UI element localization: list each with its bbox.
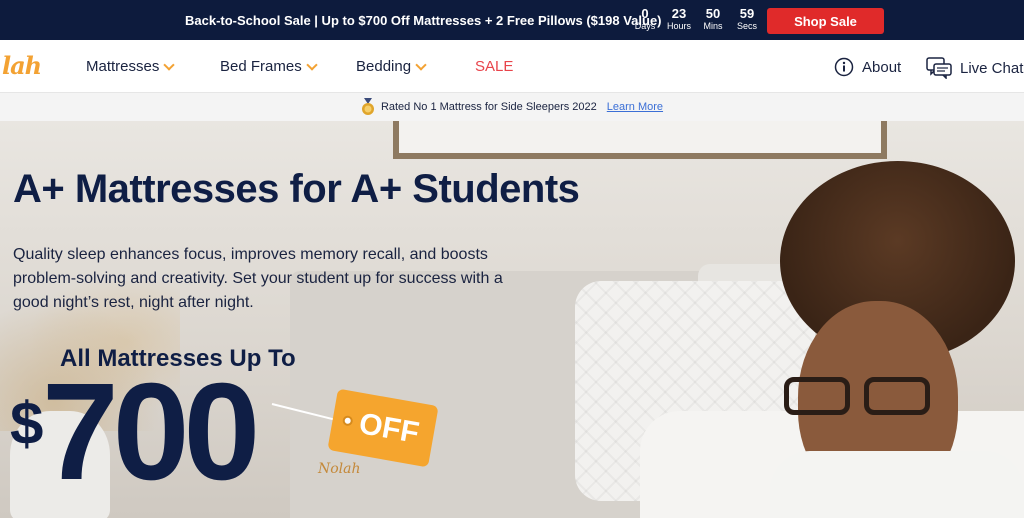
about-link[interactable]: About — [834, 57, 901, 77]
timer-hours-value: 23 — [671, 6, 687, 21]
nav-item-bed-frames[interactable]: Bed Frames — [220, 58, 318, 75]
chevron-down-icon — [163, 58, 176, 71]
student-photo — [770, 161, 1024, 518]
timer-hours-label: Hours — [666, 21, 691, 31]
nav-item-label: Bed Frames — [220, 58, 302, 75]
timer-mins-label: Mins — [703, 21, 723, 31]
timer-days-value: 0 — [641, 6, 649, 21]
timer-hours: 23 Hours — [666, 7, 692, 32]
hero-title: A+ Mattresses for A+ Students — [13, 167, 580, 211]
wall-frame — [393, 121, 887, 159]
learn-more-link[interactable]: Learn More — [607, 101, 663, 113]
nav-item-label: SALE — [475, 58, 514, 75]
hero-description: Quality sleep enhances focus, improves m… — [13, 246, 503, 311]
countdown-timer: 0 Days 23 Hours 50 Mins 59 Secs — [632, 7, 760, 32]
promo-text: Back-to-School Sale | Up to $700 Off Mat… — [185, 13, 662, 28]
award-text: Rated No 1 Mattress for Side Sleepers 20… — [380, 101, 597, 113]
timer-days: 0 Days — [632, 7, 658, 32]
live-chat-label: Live Chat — [960, 59, 1024, 77]
nav-item-mattresses[interactable]: Mattresses — [86, 58, 176, 75]
timer-secs-label: Secs — [736, 21, 757, 31]
chevron-down-icon — [306, 58, 318, 71]
nav-item-sale[interactable]: SALE — [475, 58, 513, 75]
nav-item-label: Bedding — [356, 58, 412, 75]
live-chat-link[interactable]: Live Chat — [926, 57, 1023, 79]
timer-mins-value: 50 — [705, 6, 721, 21]
shop-sale-button[interactable]: Shop Sale — [767, 8, 884, 34]
main-nav: lah Mattresses Bed Frames Bedding SALE A… — [0, 40, 1024, 93]
about-label: About — [862, 58, 902, 76]
glasses-lens — [864, 377, 930, 415]
tag-hole — [341, 414, 354, 427]
offer-amount: 700 — [42, 355, 260, 509]
chevron-down-icon — [415, 58, 427, 71]
brand-logo[interactable]: lah — [2, 51, 42, 80]
award-medal-icon — [361, 98, 374, 115]
brand-signature: Nolah — [318, 461, 361, 477]
timer-secs: 59 Secs — [734, 7, 760, 32]
off-tag-text: OFF — [356, 407, 422, 451]
promo-bar: Back-to-School Sale | Up to $700 Off Mat… — [0, 0, 1024, 40]
hero-banner: A+ Mattresses for A+ Students Quality sl… — [0, 121, 1024, 518]
glasses — [784, 377, 944, 415]
nav-item-label: Mattresses — [86, 58, 160, 75]
shirt — [770, 451, 1024, 518]
nav-item-bedding[interactable]: Bedding — [356, 58, 427, 75]
offer-dollar-sign: $ — [10, 390, 44, 457]
timer-secs-value: 59 — [739, 6, 755, 21]
glasses-lens — [784, 377, 850, 415]
timer-days-label: Days — [634, 21, 656, 31]
chat-bubbles-icon — [926, 57, 952, 79]
timer-mins: 50 Mins — [700, 7, 726, 32]
award-banner: Rated No 1 Mattress for Side Sleepers 20… — [0, 93, 1024, 121]
info-icon — [834, 57, 854, 77]
